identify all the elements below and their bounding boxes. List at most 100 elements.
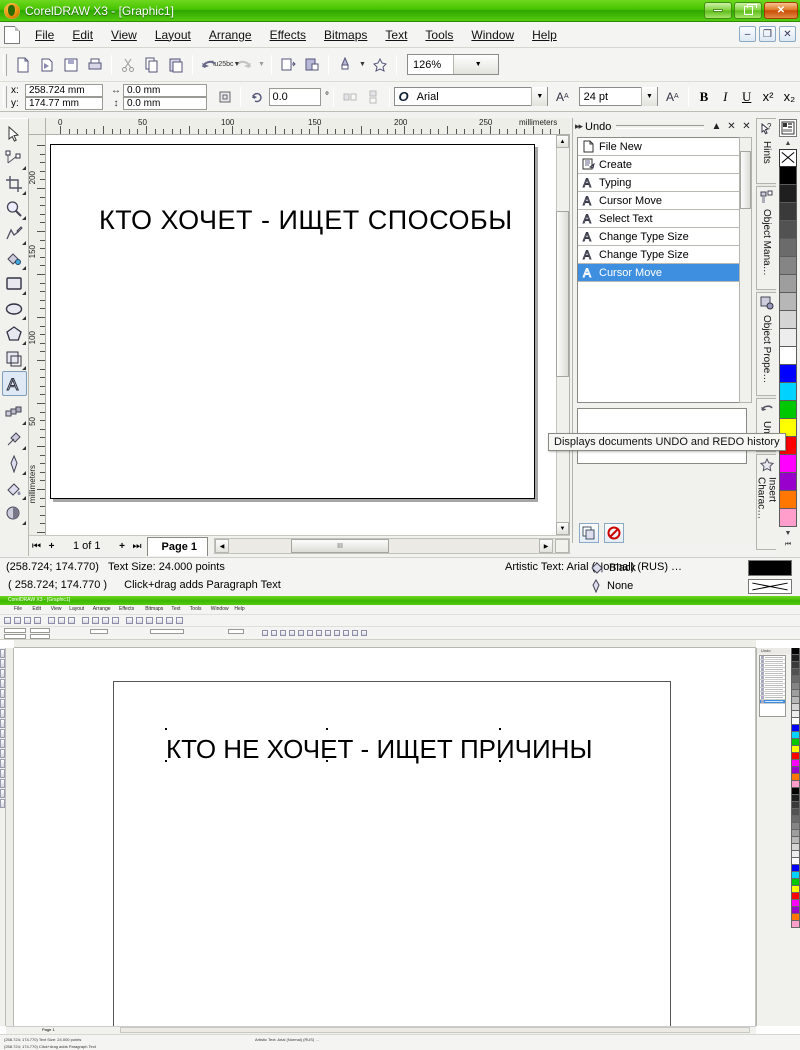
bw-toolbar-icon[interactable] xyxy=(146,617,153,624)
bw-toolbar-icon[interactable] xyxy=(176,617,183,624)
bw-menu-window[interactable]: Window xyxy=(211,606,229,612)
bw-property-icon[interactable] xyxy=(271,630,277,636)
bw-property-field[interactable] xyxy=(90,629,108,634)
bw-property-icon[interactable] xyxy=(361,630,367,636)
undo-dropdown-arrow-icon[interactable]: \u25bc ▼ xyxy=(213,53,241,77)
canvas-vscroll-thumb[interactable] xyxy=(556,211,569,377)
x-input[interactable]: 258.724 mm xyxy=(24,83,103,97)
flyout-arrow-icon[interactable] xyxy=(21,241,26,245)
bw-color-swatch[interactable] xyxy=(790,921,800,928)
copy-icon[interactable] xyxy=(140,53,164,77)
chevron-down-icon[interactable]: ▼ xyxy=(531,87,548,106)
menu-arrange[interactable]: Arrange xyxy=(200,24,261,46)
mirror-vertical-icon[interactable] xyxy=(361,85,384,109)
redo-icon[interactable] xyxy=(232,53,256,77)
add-page-before-button[interactable]: + xyxy=(44,538,59,555)
bw-color-swatch[interactable] xyxy=(790,753,800,760)
artistic-text-object[interactable]: КТО ХОЧЕТ - ИЩЕТ СПОСОБЫ xyxy=(99,205,513,236)
bw-toolbar-icon[interactable] xyxy=(24,617,31,624)
bw-property-field[interactable] xyxy=(4,634,26,639)
bw-color-swatch[interactable] xyxy=(790,823,800,830)
bw-toolbar-icon[interactable] xyxy=(102,617,109,624)
bw-tool[interactable] xyxy=(0,789,5,798)
bw-color-swatch[interactable] xyxy=(790,795,800,802)
undo-list-item[interactable]: A Change Type Size xyxy=(578,246,746,264)
zoom-tool[interactable] xyxy=(2,196,27,221)
bw-menu-edit[interactable]: Edit xyxy=(32,606,41,612)
bw-color-swatch[interactable] xyxy=(790,893,800,900)
drawing-canvas[interactable]: КТО ХОЧЕТ - ИЩЕТ СПОСОБЫ ▲ ▼ xyxy=(46,135,570,535)
bw-color-swatch[interactable] xyxy=(790,739,800,746)
bw-color-swatch[interactable] xyxy=(790,711,800,718)
bw-toolbar-icon[interactable] xyxy=(166,617,173,624)
bw-color-swatch[interactable] xyxy=(790,816,800,823)
bw-tool[interactable] xyxy=(0,679,5,688)
menu-file[interactable]: File xyxy=(26,24,63,46)
bw-color-swatch[interactable] xyxy=(790,690,800,697)
bw-menu-text[interactable]: Text xyxy=(171,606,180,612)
undo-list[interactable]: File New Create A Typing A Cursor Move A Select… xyxy=(577,137,747,403)
menu-edit[interactable]: Edit xyxy=(63,24,102,46)
bw-tool[interactable] xyxy=(0,729,5,738)
undo-list-item[interactable]: Create xyxy=(578,156,746,174)
bw-color-swatch[interactable] xyxy=(790,767,800,774)
bw-toolbar-icon[interactable] xyxy=(92,617,99,624)
bw-property-icon[interactable] xyxy=(307,630,313,636)
color-swatch[interactable] xyxy=(779,509,797,527)
bw-color-palette[interactable] xyxy=(790,648,800,1026)
bw-tool[interactable] xyxy=(0,699,5,708)
docker-tab-insert-charac[interactable]: Insert Charac… xyxy=(756,454,778,550)
bw-toolbar-icon[interactable] xyxy=(156,617,163,624)
undo-list-item[interactable]: A Change Type Size xyxy=(578,228,746,246)
bw-property-icon[interactable] xyxy=(280,630,286,636)
undo-list-item[interactable]: A Typing xyxy=(578,174,746,192)
bw-tool[interactable] xyxy=(0,799,5,808)
bw-tool[interactable] xyxy=(0,719,5,728)
bw-color-swatch[interactable] xyxy=(790,865,800,872)
ruler-origin-corner[interactable] xyxy=(29,118,46,135)
bw-undo-list-item[interactable] xyxy=(760,700,785,704)
subscript-button[interactable]: x₂ xyxy=(779,86,800,108)
bw-color-swatch[interactable] xyxy=(790,655,800,662)
palette-scroll-up-icon[interactable]: ▲ xyxy=(779,137,797,149)
flyout-arrow-icon[interactable] xyxy=(21,216,26,220)
width-input[interactable]: 0.0 mm xyxy=(122,83,207,97)
decrease-font-icon[interactable]: AA xyxy=(661,85,684,109)
docker-close-all-button[interactable]: ✕ xyxy=(739,119,754,134)
bw-menu-help[interactable]: Help xyxy=(234,606,244,612)
save-icon[interactable] xyxy=(59,53,83,77)
bw-color-swatch[interactable] xyxy=(790,788,800,795)
bw-page-tab[interactable]: Page 1 xyxy=(42,1027,55,1032)
menu-bitmaps[interactable]: Bitmaps xyxy=(315,24,376,46)
fill-tool[interactable] xyxy=(2,476,27,501)
flyout-arrow-icon[interactable] xyxy=(21,496,26,500)
bw-color-swatch[interactable] xyxy=(790,900,800,907)
bw-color-swatch[interactable] xyxy=(790,781,800,788)
vertical-ruler[interactable]: 200 150 100 50 millimeters xyxy=(29,135,46,535)
outline-tool[interactable] xyxy=(2,451,27,476)
application-launcher-icon[interactable] xyxy=(333,53,357,77)
bw-horizontal-scrollbar[interactable] xyxy=(120,1027,750,1033)
undo-list-item[interactable]: A Cursor Move xyxy=(578,192,746,210)
bw-toolbar-icon[interactable] xyxy=(58,617,65,624)
bw-tool[interactable] xyxy=(0,779,5,788)
open-icon[interactable] xyxy=(35,53,59,77)
rotation-input[interactable]: 0.0 xyxy=(268,87,321,106)
eyedropper-tool[interactable] xyxy=(2,426,27,451)
close-button[interactable]: ✕ xyxy=(764,2,798,19)
color-swatch[interactable] xyxy=(779,311,797,329)
clear-undo-icon[interactable] xyxy=(604,523,624,543)
bw-toolbar-icon[interactable] xyxy=(112,617,119,624)
flyout-arrow-icon[interactable] xyxy=(21,521,26,525)
bw-menu-view[interactable]: View xyxy=(51,606,62,612)
bw-tool[interactable] xyxy=(0,659,5,668)
bw-color-swatch[interactable] xyxy=(790,662,800,669)
polygon-tool[interactable] xyxy=(2,321,27,346)
docker-collapse-button[interactable]: ▲ xyxy=(709,119,724,134)
property-bar-grip[interactable] xyxy=(3,85,7,108)
menu-view[interactable]: View xyxy=(102,24,146,46)
bw-color-swatch[interactable] xyxy=(790,697,800,704)
bw-color-swatch[interactable] xyxy=(790,774,800,781)
bw-color-swatch[interactable] xyxy=(790,683,800,690)
bw-tool[interactable] xyxy=(0,759,5,768)
